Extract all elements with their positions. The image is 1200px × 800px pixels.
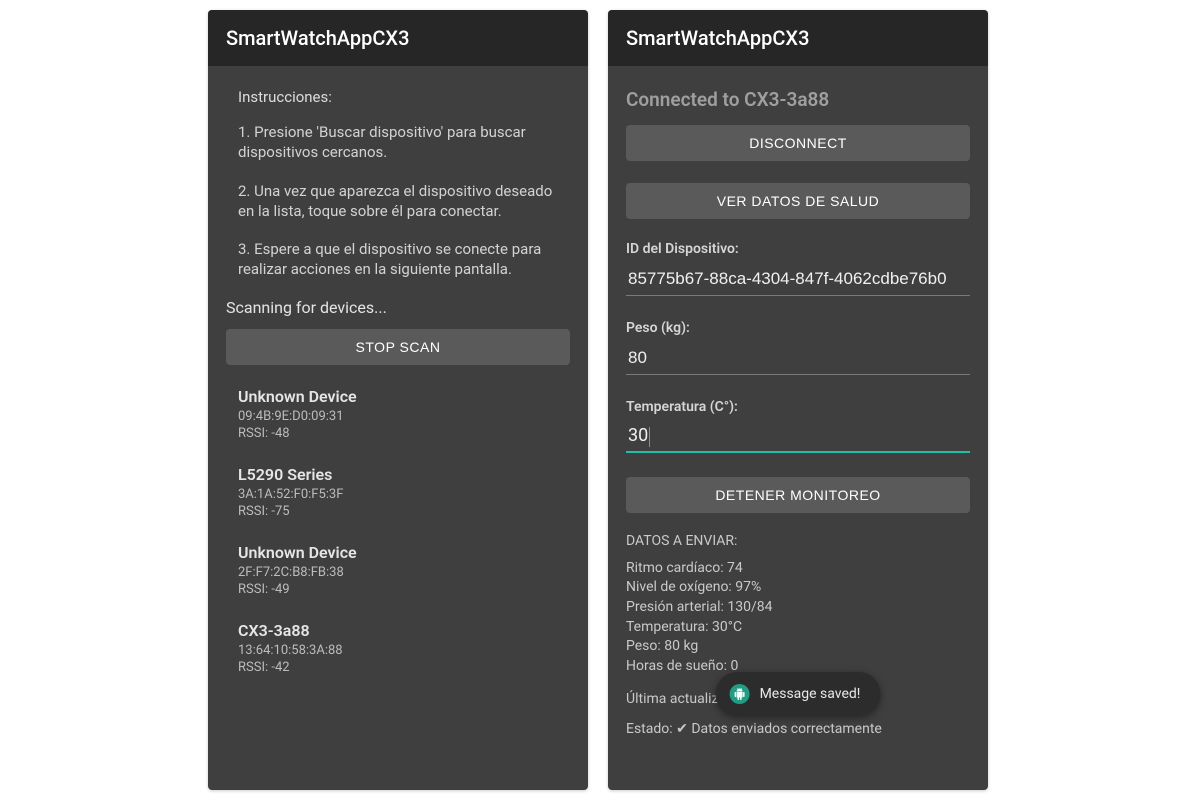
app-bar: SmartWatchAppCX3 [208, 10, 588, 66]
device-name: Unknown Device [238, 543, 570, 562]
ver-datos-button[interactable]: VER DATOS DE SALUD [626, 183, 970, 219]
temperatura-label: Temperatura (C°): [626, 399, 970, 415]
device-rssi: RSSI: -48 [238, 425, 570, 443]
temperatura-value: 30 [628, 425, 648, 446]
estado-line: Estado: ✔ Datos enviados correctamente [626, 720, 970, 740]
peso-input[interactable] [626, 342, 970, 375]
device-id-label: ID del Dispositivo: [626, 241, 970, 257]
toast: Message saved! [716, 672, 881, 716]
stop-scan-button[interactable]: STOP SCAN [226, 329, 570, 365]
device-item[interactable]: Unknown Device 2F:F7:2C:B8:FB:38 RSSI: -… [238, 543, 570, 599]
oxigeno-line: Nivel de oxígeno: 97% [626, 578, 970, 598]
device-mac: 09:4B:9E:D0:09:31 [238, 408, 570, 426]
app-title: SmartWatchAppCX3 [226, 26, 409, 50]
instructions-heading: Instrucciones: [238, 88, 570, 106]
detener-monitoreo-button[interactable]: DETENER MONITOREO [626, 477, 970, 513]
device-rssi: RSSI: -75 [238, 503, 570, 521]
toast-text: Message saved! [760, 686, 861, 702]
device-name: Unknown Device [238, 387, 570, 406]
connected-screen: SmartWatchAppCX3 Connected to CX3-3a88 D… [608, 10, 988, 790]
temperatura-input[interactable]: 30 [626, 421, 970, 453]
device-name: L5290 Series [238, 465, 570, 484]
device-mac: 3A:1A:52:F0:F5:3F [238, 486, 570, 504]
ritmo-line: Ritmo cardíaco: 74 [626, 559, 970, 579]
android-icon [730, 684, 750, 704]
scan-body: Instrucciones: 1. Presione 'Buscar dispo… [208, 66, 588, 790]
device-name: CX3-3a88 [238, 621, 570, 640]
scanning-status: Scanning for devices... [226, 298, 570, 317]
connected-to-label: Connected to CX3-3a88 [626, 88, 970, 111]
app-bar: SmartWatchAppCX3 [608, 10, 988, 66]
device-rssi: RSSI: -49 [238, 581, 570, 599]
device-mac: 13:64:10:58:3A:88 [238, 642, 570, 660]
instruction-3: 3. Espere a que el dispositivo se conect… [238, 239, 566, 280]
device-item[interactable]: CX3-3a88 13:64:10:58:3A:88 RSSI: -42 [238, 621, 570, 677]
presion-line: Presión arterial: 130/84 [626, 598, 970, 618]
temperatura-line: Temperatura: 30°C [626, 618, 970, 638]
instruction-1: 1. Presione 'Buscar dispositivo' para bu… [238, 122, 566, 163]
device-id-input[interactable] [626, 263, 970, 296]
peso-line: Peso: 80 kg [626, 637, 970, 657]
device-item[interactable]: Unknown Device 09:4B:9E:D0:09:31 RSSI: -… [238, 387, 570, 443]
device-rssi: RSSI: -42 [238, 659, 570, 677]
instruction-2: 2. Una vez que aparezca el dispositivo d… [238, 181, 566, 222]
disconnect-button[interactable]: DISCONNECT [626, 125, 970, 161]
device-item[interactable]: L5290 Series 3A:1A:52:F0:F5:3F RSSI: -75 [238, 465, 570, 521]
device-mac: 2F:F7:2C:B8:FB:38 [238, 564, 570, 582]
datos-heading: DATOS A ENVIAR: [626, 533, 970, 549]
app-title: SmartWatchAppCX3 [626, 26, 809, 50]
scan-screen: SmartWatchAppCX3 Instrucciones: 1. Presi… [208, 10, 588, 790]
text-cursor-icon [649, 427, 650, 447]
connected-body: Connected to CX3-3a88 DISCONNECT VER DAT… [608, 66, 988, 790]
peso-label: Peso (kg): [626, 320, 970, 336]
